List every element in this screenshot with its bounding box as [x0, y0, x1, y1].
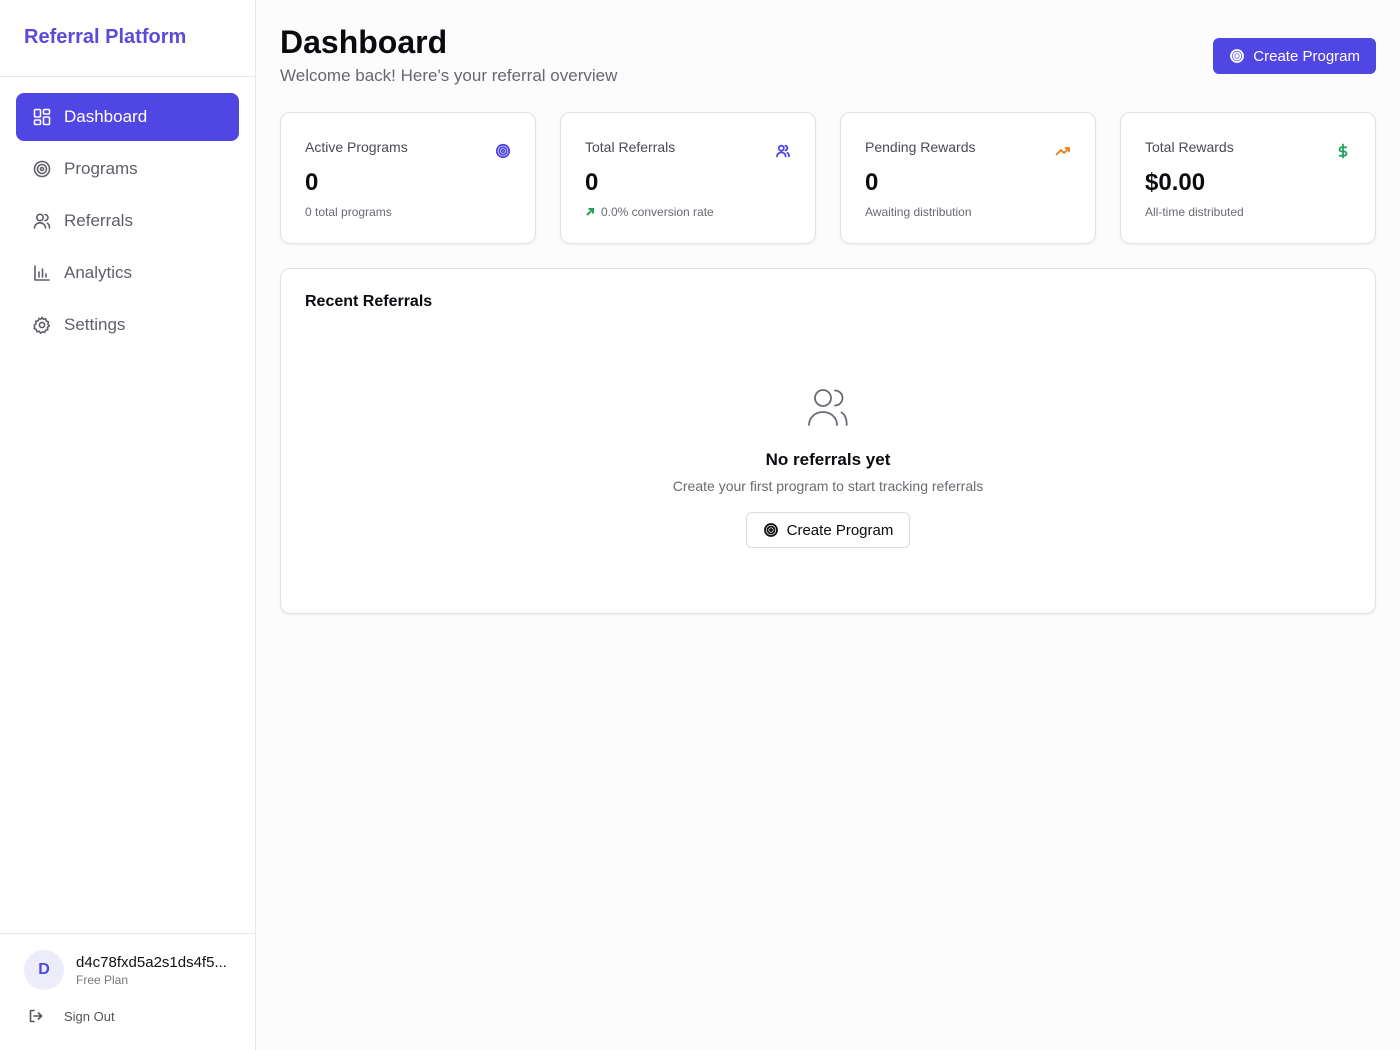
- empty-create-program-label: Create Program: [786, 521, 894, 539]
- page-subtitle: Welcome back! Here's your referral overv…: [280, 66, 618, 85]
- stats-row: Active Programs 0 0 total programs Total…: [280, 112, 1376, 244]
- target-icon: [1230, 49, 1245, 63]
- arrow-up-right-icon: [586, 208, 594, 216]
- empty-create-program-button[interactable]: Create Program: [745, 512, 911, 548]
- gear-icon: [32, 315, 52, 335]
- sign-out-label: Sign Out: [64, 1008, 115, 1024]
- sign-out-button[interactable]: Sign Out: [24, 1008, 231, 1024]
- user-name: d4c78fxd5a2s1ds4f5...: [76, 953, 227, 971]
- target-icon: [495, 143, 511, 159]
- stat-card-active-programs: Active Programs 0 0 total programs: [280, 112, 536, 244]
- stat-sub-text: Awaiting distribution: [865, 205, 972, 219]
- brand-title[interactable]: Referral Platform: [0, 0, 255, 77]
- stat-sub-text: 0.0% conversion rate: [601, 205, 714, 219]
- stat-label: Total Referrals: [585, 139, 676, 155]
- stat-label: Pending Rewards: [865, 139, 976, 155]
- sidebar-item-label: Dashboard: [64, 107, 148, 126]
- stat-sub: 0.0% conversion rate: [585, 205, 791, 219]
- empty-state-title: No referrals yet: [765, 450, 891, 469]
- layout-grid-icon: [32, 107, 52, 127]
- dollar-icon: [1335, 143, 1351, 159]
- stat-value: 0: [585, 169, 599, 196]
- stat-sub: All-time distributed: [1145, 205, 1351, 219]
- log-out-icon: [29, 1009, 43, 1023]
- stat-sub: 0 total programs: [305, 205, 511, 219]
- target-icon: [763, 523, 778, 537]
- sidebar-item-label: Referrals: [64, 211, 133, 230]
- empty-state-subtitle: Create your first program to start track…: [672, 478, 984, 494]
- stat-value: $0.00: [1145, 169, 1206, 196]
- sidebar-item-settings[interactable]: Settings: [16, 301, 239, 349]
- stat-label: Active Programs: [305, 139, 408, 155]
- sidebar: Referral Platform Dashboard Programs Ref…: [0, 0, 256, 1050]
- sidebar-item-label: Settings: [64, 315, 126, 334]
- users-icon: [32, 211, 52, 231]
- sidebar-nav: Dashboard Programs Referrals Analytics S…: [0, 77, 255, 349]
- sidebar-item-analytics[interactable]: Analytics: [16, 249, 239, 297]
- sidebar-item-referrals[interactable]: Referrals: [16, 197, 239, 245]
- stat-label: Total Rewards: [1145, 139, 1234, 155]
- empty-state: No referrals yet Create your first progr…: [281, 383, 1375, 548]
- users-icon: [804, 383, 852, 436]
- create-program-label: Create Program: [1253, 47, 1360, 65]
- sidebar-item-dashboard[interactable]: Dashboard: [16, 93, 239, 141]
- stat-card-total-referrals: Total Referrals 0 0.0% conversion rate: [560, 112, 816, 244]
- stat-sub-text: All-time distributed: [1145, 205, 1244, 219]
- user-plan: Free Plan: [76, 972, 129, 987]
- sidebar-item-label: Analytics: [64, 263, 133, 282]
- sidebar-item-label: Programs: [64, 159, 138, 178]
- create-program-button[interactable]: Create Program: [1213, 38, 1376, 74]
- target-icon: [32, 159, 52, 179]
- stat-sub: Awaiting distribution: [865, 205, 1071, 219]
- users-icon: [775, 143, 791, 159]
- avatar: D: [24, 950, 64, 990]
- recent-referrals-title: Recent Referrals: [305, 293, 433, 310]
- sidebar-footer: D d4c78fxd5a2s1ds4f5... Free Plan Sign O…: [0, 933, 255, 1050]
- stat-value: 0: [305, 169, 319, 196]
- stat-card-pending-rewards: Pending Rewards 0 Awaiting distribution: [840, 112, 1096, 244]
- stat-value: 0: [865, 169, 879, 196]
- main-content: Dashboard Welcome back! Here's your refe…: [256, 0, 1400, 1050]
- stat-card-total-rewards: Total Rewards $0.00 All-time distributed: [1120, 112, 1376, 244]
- recent-referrals-card: Recent Referrals No referrals yet Create…: [280, 268, 1376, 614]
- page-title: Dashboard: [280, 24, 448, 60]
- trending-up-icon: [1055, 143, 1071, 159]
- bar-chart-icon: [32, 263, 52, 283]
- user-profile[interactable]: D d4c78fxd5a2s1ds4f5... Free Plan: [24, 950, 231, 990]
- stat-sub-text: 0 total programs: [305, 205, 392, 219]
- user-info: d4c78fxd5a2s1ds4f5... Free Plan: [76, 954, 231, 987]
- sidebar-item-programs[interactable]: Programs: [16, 145, 239, 193]
